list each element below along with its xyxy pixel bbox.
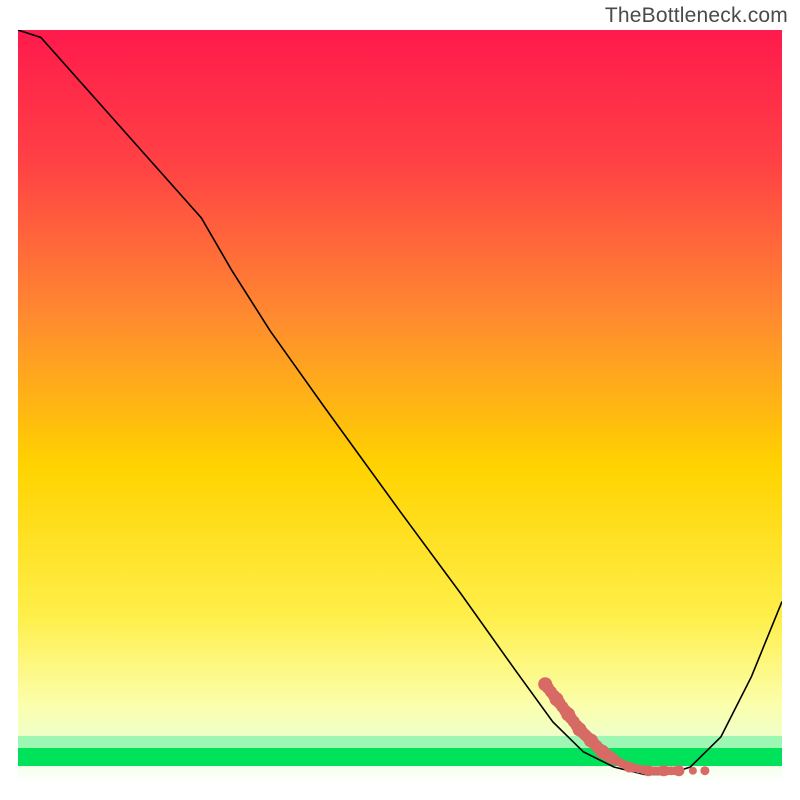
- green-band-fade: [18, 736, 782, 748]
- marker-dot: [689, 767, 697, 775]
- watermark-label: TheBottleneck.com: [605, 4, 788, 28]
- marker-dot: [700, 766, 709, 775]
- plot-area: [18, 30, 782, 782]
- gradient-background: [18, 30, 782, 782]
- marker-dot: [673, 765, 684, 776]
- chart-container: TheBottleneck.com: [0, 0, 800, 800]
- chart-svg: [18, 30, 782, 782]
- green-band: [18, 746, 782, 766]
